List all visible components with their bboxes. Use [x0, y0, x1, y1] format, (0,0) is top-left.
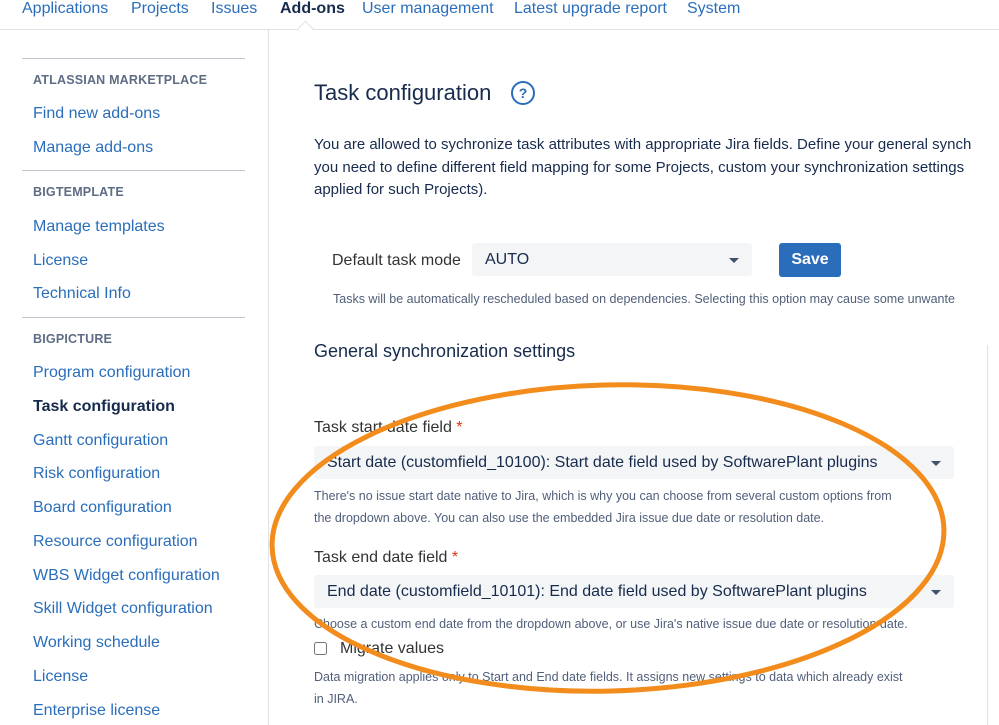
- help-line: Data migration applies only to Start and…: [314, 670, 903, 684]
- tab-system[interactable]: System: [687, 0, 740, 18]
- migrate-values-label[interactable]: Migrate values: [340, 640, 444, 658]
- help-line: the dropdown above. You can also use the…: [314, 511, 825, 525]
- sidebar-item-gantt-configuration[interactable]: Gantt configuration: [33, 432, 168, 450]
- save-button[interactable]: Save: [779, 243, 841, 277]
- panel-divider: [987, 345, 988, 725]
- start-date-select[interactable]: Start date (customfield_10100): Start da…: [314, 446, 954, 479]
- migrate-values-checkbox[interactable]: [314, 642, 327, 655]
- required-mark: *: [456, 419, 463, 436]
- sidebar-item-risk-configuration[interactable]: Risk configuration: [33, 465, 160, 483]
- end-date-select[interactable]: End date (customfield_10101): End date f…: [314, 575, 954, 608]
- start-date-label: Task start date field *: [314, 419, 463, 437]
- chevron-down-icon: [729, 258, 739, 263]
- sidebar-item-resource-configuration[interactable]: Resource configuration: [33, 533, 198, 551]
- task-mode-select[interactable]: AUTO: [472, 243, 752, 276]
- sidebar-heading-bigtemplate: BIGTEMPLATE: [33, 185, 124, 199]
- sidebar-divider: [22, 58, 245, 59]
- chevron-down-icon: [931, 461, 941, 466]
- tab-user-management[interactable]: User management: [362, 0, 494, 18]
- sync-section-title: General synchronization settings: [314, 341, 576, 361]
- question-circle-icon[interactable]: ?: [511, 81, 535, 105]
- sidebar-heading-atlassian-marketplace: ATLASSIAN MARKETPLACE: [33, 73, 208, 87]
- start-date-help: There's no issue start date native to Ji…: [314, 485, 964, 529]
- help-line: Choose a custom end date from the dropdo…: [314, 617, 908, 631]
- help-line: in JIRA.: [314, 692, 358, 706]
- sidebar-item-license[interactable]: License: [33, 668, 88, 686]
- tab-projects[interactable]: Projects: [131, 0, 189, 18]
- sidebar-item-technical-info[interactable]: Technical Info: [33, 285, 131, 303]
- tab-issues[interactable]: Issues: [211, 0, 257, 18]
- sidebar: ATLASSIAN MARKETPLACE Find new add-ons M…: [0, 30, 269, 725]
- intro-line: You are allowed to sychronize task attri…: [314, 136, 972, 153]
- sidebar-item-manage-add-ons[interactable]: Manage add-ons: [33, 139, 153, 157]
- sidebar-item-task-configuration[interactable]: Task configuration: [33, 398, 175, 416]
- start-date-value: Start date (customfield_10100): Start da…: [327, 454, 878, 471]
- sidebar-item-program-configuration[interactable]: Program configuration: [33, 364, 190, 382]
- sidebar-item-enterprise-license[interactable]: Enterprise license: [33, 702, 160, 720]
- sidebar-divider: [22, 317, 245, 318]
- end-date-label-text: Task end date field: [314, 549, 448, 566]
- top-navigation: Applications Projects Issues Add-ons Use…: [0, 0, 999, 37]
- help-line: There's no issue start date native to Ji…: [314, 489, 892, 503]
- intro-line: applied for such Projects).: [314, 181, 488, 198]
- task-mode-help: Tasks will be automatically rescheduled …: [333, 292, 955, 306]
- migrate-help: Data migration applies only to Start and…: [314, 666, 964, 710]
- intro-line: you need to define different field mappi…: [314, 158, 965, 176]
- sidebar-item-find-new-add-ons[interactable]: Find new add-ons: [33, 105, 160, 123]
- end-date-help: Choose a custom end date from the dropdo…: [314, 613, 964, 635]
- tab-add-ons[interactable]: Add-ons: [280, 0, 345, 18]
- chevron-down-icon: [931, 590, 941, 595]
- required-mark: *: [451, 549, 459, 566]
- sidebar-item-license[interactable]: License: [33, 252, 88, 270]
- end-date-value: End date (customfield_10101): End date f…: [327, 583, 867, 600]
- end-date-label: Task end date field *: [314, 549, 458, 567]
- sidebar-item-wbs-widget-configuration[interactable]: WBS Widget configuration: [33, 567, 220, 585]
- sidebar-item-board-configuration[interactable]: Board configuration: [33, 499, 172, 517]
- start-date-label-text: Task start date field: [314, 419, 452, 436]
- sidebar-heading-bigpicture: BIGPICTURE: [33, 332, 113, 346]
- sidebar-item-skill-widget-configuration[interactable]: Skill Widget configuration: [33, 600, 213, 618]
- intro-text: You are allowed to sychronize task attri…: [314, 134, 999, 202]
- sidebar-divider: [22, 170, 245, 171]
- tab-applications[interactable]: Applications: [22, 0, 108, 18]
- page-title: Task configuration: [314, 80, 492, 105]
- sidebar-item-manage-templates[interactable]: Manage templates: [33, 218, 165, 236]
- task-mode-value: AUTO: [485, 251, 530, 268]
- main-content: Task configuration ? You are allowed to …: [269, 30, 999, 725]
- tab-latest-upgrade-report[interactable]: Latest upgrade report: [514, 0, 667, 18]
- sidebar-item-working-schedule[interactable]: Working schedule: [33, 634, 160, 652]
- task-mode-label: Default task mode: [332, 252, 461, 269]
